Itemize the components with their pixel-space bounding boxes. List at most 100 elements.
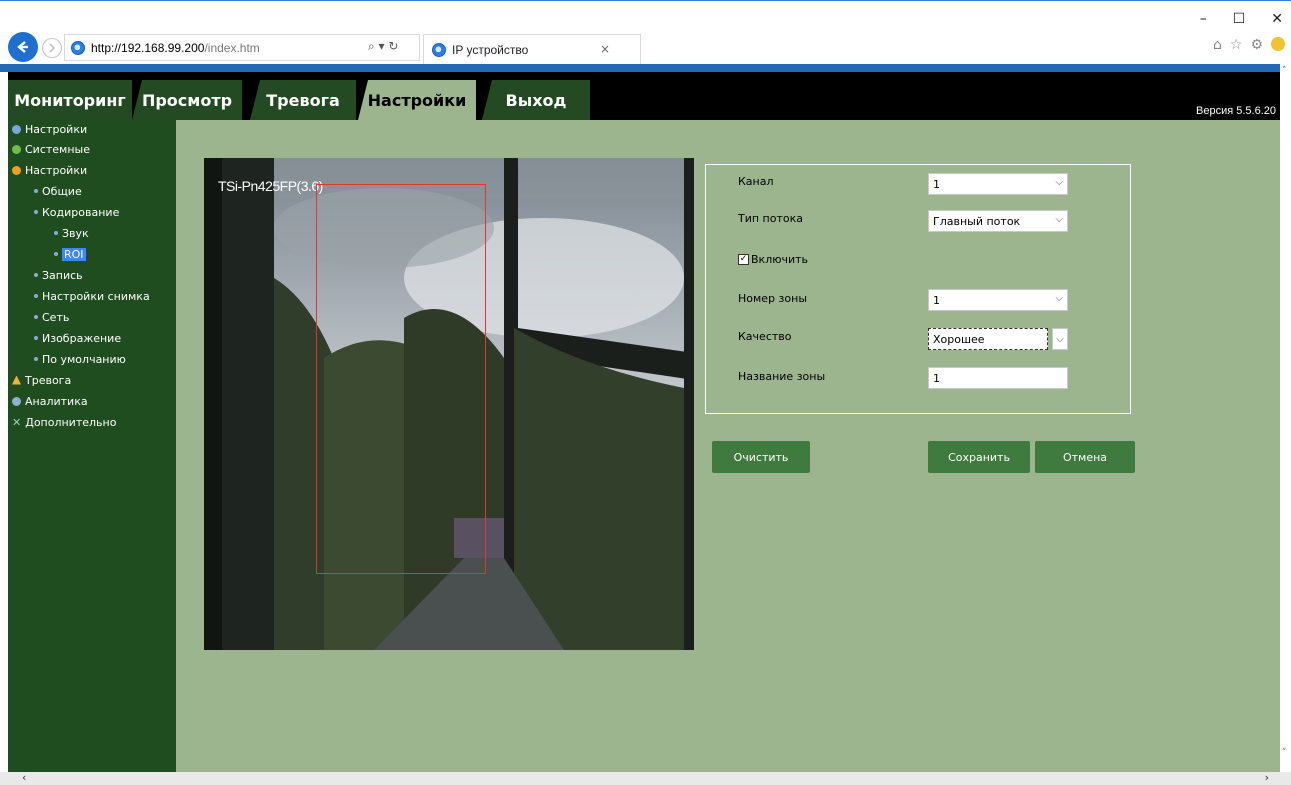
sidebar-item-record[interactable]: Запись (34, 266, 83, 284)
channel-value: 1 (933, 177, 940, 191)
sidebar-item-audio[interactable]: Звук (54, 224, 89, 242)
minimize-icon[interactable]: – (1200, 11, 1207, 27)
app-header: Мониторинг Просмотр Тревога Настройки Вы… (8, 72, 1280, 120)
sidebar-item-label: Сеть (42, 310, 70, 324)
bullet-icon (34, 294, 38, 298)
feedback-smiley-icon[interactable] (1271, 37, 1285, 51)
scroll-up-icon[interactable]: ˄ (1282, 66, 1287, 76)
stream-type-value: Главный поток (933, 214, 1021, 228)
sidebar-item-settings[interactable]: Настройки (12, 161, 87, 179)
roi-zone-rectangle[interactable] (316, 184, 486, 574)
zone-number-value: 1 (933, 293, 940, 307)
sidebar-item-label: Настройки снимка (42, 289, 150, 303)
sidebar-item-system[interactable]: Системные (12, 140, 90, 158)
home-icon[interactable]: ⌂ (1213, 37, 1222, 53)
sidebar-item-label: Звук (62, 226, 89, 240)
video-preview[interactable]: TSi-Pn425FP(3.6) (204, 158, 694, 650)
sidebar-item-label: ROI (62, 247, 86, 261)
quality-select[interactable]: Хорошее (928, 328, 1048, 350)
scroll-down-icon[interactable]: ˅ (1282, 748, 1287, 758)
quality-dropdown-button[interactable]: ⌵ (1052, 328, 1068, 350)
sidebar-item-roi[interactable]: ROI (54, 245, 86, 263)
sidebar-item-encoding[interactable]: Кодирование (34, 203, 119, 221)
main-content: TSi-Pn425FP(3.6) Канал 1 ⌵ Тип потока Гл… (176, 120, 1280, 772)
nav-tab-settings[interactable]: Настройки (358, 80, 476, 120)
settings-gear-icon[interactable]: ⚙ (1250, 37, 1263, 53)
url-text: http://192.168.99.200/index.htm (91, 40, 260, 55)
system-icon (12, 144, 21, 154)
chevron-down-icon: ⌵ (1055, 214, 1063, 225)
favorites-star-icon[interactable]: ☆ (1230, 37, 1243, 53)
extra-icon: ✕ (12, 415, 22, 429)
arrow-right-icon (49, 43, 56, 53)
zone-number-select[interactable]: 1 ⌵ (928, 289, 1068, 311)
roi-settings-panel: Канал 1 ⌵ Тип потока Главный поток ⌵ ✓ В… (705, 164, 1131, 414)
sidebar-item-label: Кодирование (42, 205, 120, 219)
horizontal-scrollbar[interactable]: ‹ › (0, 771, 1291, 785)
cancel-button[interactable]: Отмена (1035, 441, 1135, 473)
gear-icon (12, 165, 21, 175)
tab-strip-underline (0, 64, 1280, 72)
nav-tab-monitoring[interactable]: Мониторинг (8, 80, 132, 120)
window-controls: – ☐ ✕ (1200, 11, 1283, 27)
forward-button[interactable] (42, 38, 62, 58)
tab-close-icon[interactable]: × (600, 42, 610, 56)
save-button[interactable]: Сохранить (928, 441, 1030, 473)
clear-button[interactable]: Очистить (712, 441, 810, 473)
ie-logo-icon (71, 40, 85, 55)
browser-tab[interactable]: IP устройство × (423, 34, 641, 64)
sidebar-item-label: Запись (42, 268, 83, 282)
sidebar-item-label: Настройки (25, 163, 88, 177)
vertical-scrollbar[interactable]: ˄ ˅ (1280, 64, 1291, 772)
search-refresh-glyphs[interactable]: ⌕ ▾ ↻ (368, 39, 398, 54)
nav-tab-exit[interactable]: Выход (482, 80, 590, 120)
nav-tab-alarm[interactable]: Тревога (250, 80, 356, 120)
sidebar-item-label: Дополнительно (25, 415, 117, 429)
nav-tab-playback[interactable]: Просмотр (132, 80, 242, 120)
close-window-icon[interactable]: ✕ (1271, 11, 1283, 27)
settings-icon (12, 124, 21, 134)
sidebar-item-label: По умолчанию (42, 352, 126, 366)
sidebar-item-label: Системные (25, 142, 90, 156)
sidebar-item-label: Настройки (25, 122, 88, 136)
sidebar-item-snapshot[interactable]: Настройки снимка (34, 287, 150, 305)
sidebar-item-network[interactable]: Сеть (34, 308, 69, 326)
bullet-icon (34, 273, 38, 277)
stream-type-select[interactable]: Главный поток ⌵ (928, 210, 1068, 232)
enable-checkbox[interactable]: ✓ Включить (738, 253, 808, 266)
sidebar-item-image[interactable]: Изображение (34, 329, 121, 347)
zone-name-input[interactable]: 1 (928, 367, 1068, 389)
bullet-icon (34, 189, 38, 193)
back-button[interactable] (8, 32, 38, 62)
sidebar-item-analytics[interactable]: Аналитика (12, 392, 88, 410)
bullet-icon (34, 315, 38, 319)
zone-number-label: Номер зоны (738, 292, 808, 305)
sidebar-item-default[interactable]: По умолчанию (34, 350, 126, 368)
channel-label: Канал (738, 175, 774, 188)
sidebar-item-settings-root[interactable]: Настройки (12, 120, 87, 138)
stream-type-label: Тип потока (738, 212, 804, 225)
scroll-right-icon[interactable]: › (1265, 771, 1269, 784)
maximize-icon[interactable]: ☐ (1233, 11, 1246, 27)
arrow-left-icon (17, 41, 28, 53)
scroll-left-icon[interactable]: ‹ (22, 771, 26, 784)
checkbox-checked-icon[interactable]: ✓ (738, 254, 749, 265)
chevron-down-icon: ⌵ (1056, 333, 1064, 345)
zone-name-label: Название зоны (738, 370, 826, 383)
bullet-icon (34, 357, 38, 361)
chevron-down-icon: ⌵ (1055, 293, 1063, 304)
version-label: Версия 5.5.6.20 (1196, 105, 1276, 117)
tab-favicon-icon (432, 42, 446, 57)
search-refresh-controls[interactable]: ⌕ ▾ ↻ (368, 39, 398, 54)
alarm-icon (12, 375, 21, 385)
sidebar-item-alarm[interactable]: Тревога (12, 371, 71, 389)
quality-label: Качество (738, 330, 792, 343)
sidebar-item-extra[interactable]: ✕ Дополнительно (12, 413, 116, 431)
channel-select[interactable]: 1 ⌵ (928, 173, 1068, 195)
bullet-icon (34, 210, 38, 214)
camera-overlay-label: TSi-Pn425FP(3.6) (218, 178, 323, 194)
sidebar-item-label: Аналитика (25, 394, 88, 408)
address-bar[interactable]: http://192.168.99.200/index.htm (64, 34, 420, 61)
sidebar-item-label: Тревога (25, 373, 72, 387)
sidebar-item-general[interactable]: Общие (34, 182, 82, 200)
